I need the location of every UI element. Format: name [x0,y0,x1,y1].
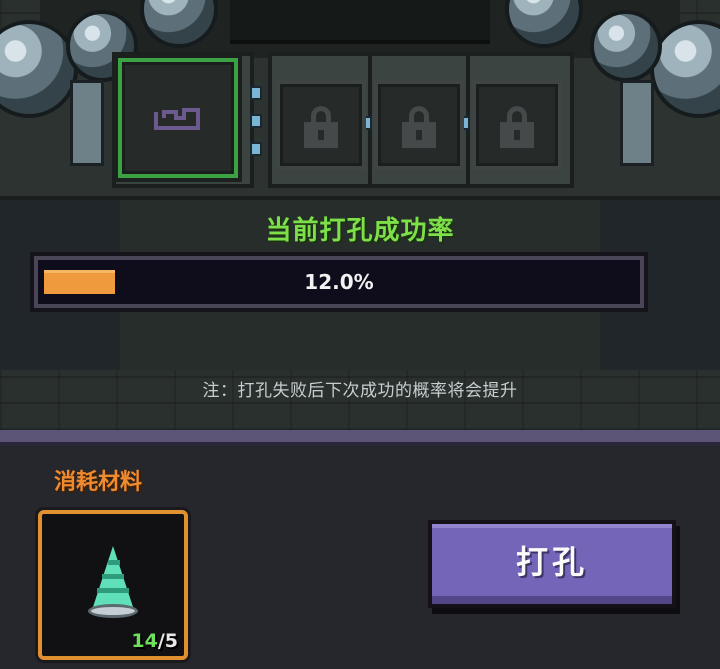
panel-divider [0,430,720,446]
lock-icon [500,106,534,149]
success-rate-value: 12.0% [304,270,374,294]
material-count-have: 14 [131,630,158,652]
materials-title: 消耗材料 [54,470,143,495]
socket-slot-4[interactable] [472,80,562,170]
material-count-need: /5 [157,630,178,652]
slot-connector [252,144,260,154]
side-pipe [70,80,104,166]
socket-slot-2[interactable] [276,80,366,170]
slot-connector [252,116,260,126]
material-slot[interactable]: 14/5 [38,510,188,660]
lock-icon [304,106,338,149]
globe-ornament-icon [590,10,662,82]
side-pipe [620,80,654,166]
drill-hole-button[interactable]: 打孔 [428,520,676,608]
socket-slot-1[interactable] [118,58,238,178]
material-count: 14/5 [131,630,178,652]
lock-icon [402,106,436,149]
success-rate-note: 注：打孔失败后下次成功的概率将会提升 [202,381,518,401]
success-rate-bar: 12.0% [34,256,644,308]
drill-bit-icon [86,546,140,636]
socket-item-outline-icon [154,108,200,130]
success-rate-title: 当前打孔成功率 [265,216,455,246]
socket-slot-3[interactable] [374,80,464,170]
slot-connector [252,88,260,98]
